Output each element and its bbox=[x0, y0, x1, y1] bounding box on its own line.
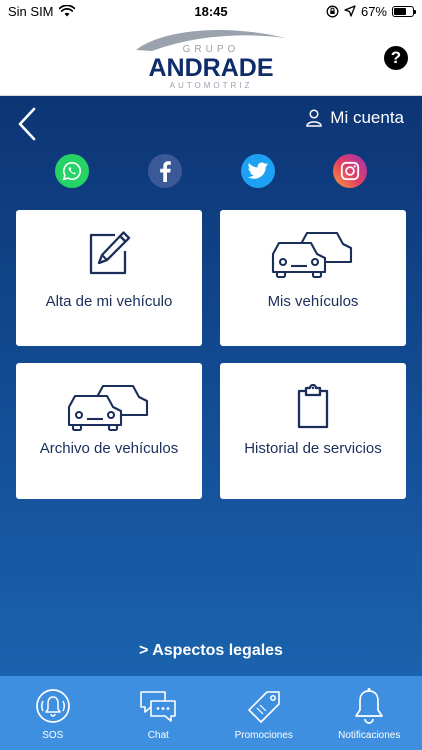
cars-icon bbox=[67, 384, 149, 431]
twitter-icon bbox=[247, 162, 268, 179]
instagram-button[interactable] bbox=[333, 154, 367, 188]
status-left: Sin SIM bbox=[8, 4, 75, 19]
card-icon-wrap bbox=[271, 226, 355, 280]
whatsapp-button[interactable] bbox=[55, 154, 89, 188]
grupo-andrade-logo: GRUPO ANDRADE AUTOMOTRIZ bbox=[136, 29, 286, 90]
tab-sos[interactable]: SOS bbox=[0, 676, 106, 750]
orientation-lock-icon bbox=[326, 5, 339, 17]
social-links bbox=[0, 154, 422, 190]
battery-percent: 67% bbox=[360, 3, 387, 19]
status-bar: Sin SIM 18:45 67% bbox=[0, 0, 422, 22]
wifi-icon bbox=[58, 5, 75, 17]
cars-icon bbox=[271, 231, 353, 278]
location-arrow-icon bbox=[344, 5, 356, 17]
add-vehicle-label: Alta de mi vehículo bbox=[45, 293, 173, 310]
card-icon-wrap bbox=[291, 379, 335, 433]
help-button[interactable]: ? bbox=[384, 46, 408, 70]
tab-icon-wrap bbox=[245, 686, 283, 726]
sos-bell-icon bbox=[35, 689, 70, 723]
user-icon bbox=[306, 109, 323, 127]
vehicle-archive-label: Archivo de vehículos bbox=[39, 440, 179, 457]
tab-sos-label: SOS bbox=[42, 730, 64, 741]
tab-icon-wrap bbox=[35, 686, 71, 726]
tab-icon-wrap bbox=[139, 686, 177, 726]
vehicle-archive-card[interactable]: Archivo de vehículos bbox=[16, 363, 202, 499]
battery-level bbox=[394, 7, 407, 15]
tab-notifications-label: Notificaciones bbox=[338, 730, 401, 741]
tab-chat-label: Chat bbox=[147, 730, 169, 741]
help-icon: ? bbox=[390, 48, 402, 67]
legal-link[interactable]: > Aspectos legales bbox=[0, 642, 422, 660]
my-account-button[interactable]: Mi cuenta bbox=[306, 108, 404, 128]
instagram-icon bbox=[340, 161, 360, 181]
tab-promotions[interactable]: Promociones bbox=[211, 676, 317, 750]
battery-icon bbox=[392, 5, 416, 17]
service-history-label: Historial de servicios bbox=[244, 440, 382, 457]
app-header: GRUPO ANDRADE AUTOMOTRIZ ? bbox=[0, 22, 422, 96]
service-history-card[interactable]: Historial de servicios bbox=[220, 363, 406, 499]
chat-icon bbox=[140, 691, 177, 722]
tab-chat[interactable]: Chat bbox=[106, 676, 212, 750]
whatsapp-icon bbox=[62, 161, 81, 181]
my-vehicles-label: Mis vehículos bbox=[267, 293, 359, 310]
bell-icon bbox=[355, 688, 384, 724]
card-icon-wrap bbox=[67, 379, 151, 433]
carrier-label: Sin SIM bbox=[8, 3, 54, 19]
main-content: Mi cuenta Alta de mi vehículo Mis vehícu… bbox=[0, 96, 422, 676]
status-right: 67% bbox=[326, 3, 416, 19]
facebook-button[interactable] bbox=[148, 154, 182, 188]
facebook-icon bbox=[160, 161, 171, 182]
add-vehicle-card[interactable]: Alta de mi vehículo bbox=[16, 210, 202, 346]
tab-promotions-label: Promociones bbox=[234, 730, 293, 741]
twitter-button[interactable] bbox=[241, 154, 275, 188]
tab-notifications[interactable]: Notificaciones bbox=[317, 676, 422, 750]
logo-bottom-text: AUTOMOTRIZ bbox=[170, 81, 253, 90]
tag-icon bbox=[247, 691, 280, 723]
my-vehicles-card[interactable]: Mis vehículos bbox=[220, 210, 406, 346]
back-chevron-icon[interactable] bbox=[14, 106, 42, 142]
my-account-label: Mi cuenta bbox=[330, 108, 404, 127]
tab-icon-wrap bbox=[352, 686, 386, 726]
logo-main-text: ANDRADE bbox=[149, 54, 274, 82]
clipboard-icon bbox=[297, 383, 329, 429]
edit-icon bbox=[89, 231, 131, 275]
card-icon-wrap bbox=[85, 226, 133, 280]
bottom-tab-bar: SOS Chat Promociones Notificaciones bbox=[0, 676, 422, 750]
